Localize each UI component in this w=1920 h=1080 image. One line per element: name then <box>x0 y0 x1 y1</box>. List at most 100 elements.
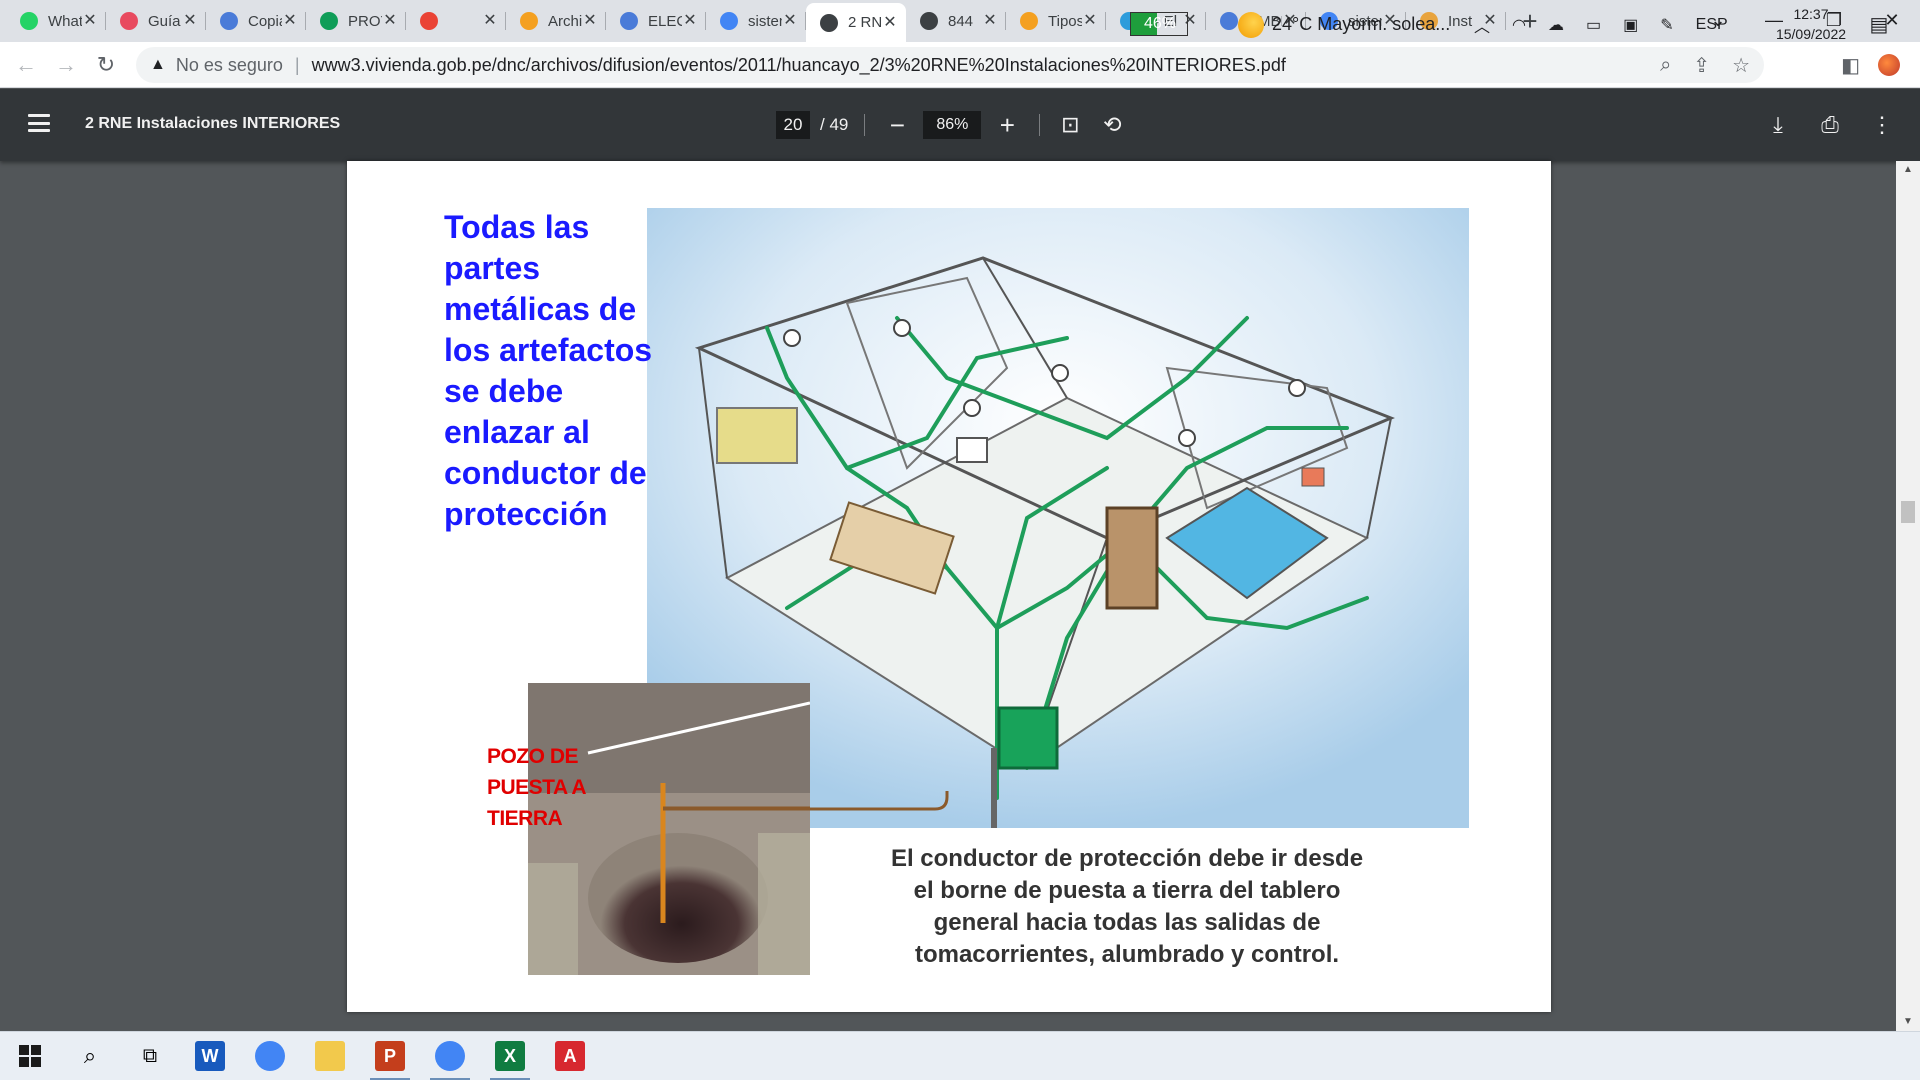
taskbar-app-chrome[interactable] <box>420 1032 480 1080</box>
address-bar[interactable]: ▲ No es seguro | www3.vivienda.gob.pe/dn… <box>136 47 1764 83</box>
tab-close-icon[interactable]: ✕ <box>582 13 598 29</box>
browser-tab[interactable]: Archivo✕ <box>506 3 606 39</box>
tab-close-icon[interactable]: ✕ <box>382 13 398 29</box>
taskbar-app-excel[interactable]: X <box>480 1032 540 1080</box>
taskbar-app-file-explorer[interactable] <box>300 1032 360 1080</box>
page-number-input[interactable]: 20 <box>776 111 810 139</box>
scroll-down-arrow[interactable]: ▼ <box>1896 1013 1920 1031</box>
pen-icon[interactable]: ✎ <box>1660 15 1673 35</box>
page-total: / 49 <box>820 115 849 134</box>
zoom-input[interactable]: 86% <box>923 111 982 139</box>
battery-indicator[interactable]: 46% <box>1130 12 1188 36</box>
reload-button[interactable]: ↻ <box>86 45 126 85</box>
rotate-icon[interactable]: ⟲ <box>1098 111 1126 139</box>
guide-icon <box>120 12 138 30</box>
browser-tab[interactable]: WhatsApp✕ <box>6 3 106 39</box>
word-icon: W <box>195 1041 225 1071</box>
browser-tab[interactable]: Guía ✕ <box>106 3 206 39</box>
weather-widget[interactable]: 24°C Mayorm. solea... <box>1238 0 1450 49</box>
tab-title: Tipos <box>1048 12 1082 30</box>
pdf-page: Todas las partes metálicas de los artefacto… <box>347 161 1551 1012</box>
tab-close-icon[interactable]: ✕ <box>82 13 98 29</box>
page-controls: 20 / 49 − 86% + ⊡ ⟲ <box>776 111 1126 139</box>
caption-line: el borne de puesta a tierra del tablero <box>913 877 1341 904</box>
tab-close-icon[interactable]: ✕ <box>882 14 898 31</box>
cloud-icon[interactable]: ☁ <box>1548 15 1564 35</box>
clock-time: 12:37 <box>1793 6 1829 22</box>
browser-tab[interactable]: Copia✕ <box>206 3 306 39</box>
pdf-toolbar-right: ⤓ ⎙ ⋮ <box>1764 111 1896 139</box>
language-indicator[interactable]: ESP <box>1696 16 1728 34</box>
download-icon[interactable]: ⤓ <box>1764 111 1792 139</box>
pitlabel-line: PUESTA A <box>487 776 587 799</box>
scrollbar[interactable]: ▲ ▼ <box>1896 161 1920 1031</box>
url-text[interactable]: www3.vivienda.gob.pe/dnc/archivos/difusi… <box>312 55 1286 76</box>
tab-close-icon[interactable]: ✕ <box>182 13 198 29</box>
warning-icon[interactable]: ▲ <box>150 56 166 74</box>
battery-icon[interactable]: ▭ <box>1586 15 1601 35</box>
toolbar-divider <box>1039 114 1041 136</box>
menu-icon[interactable] <box>28 114 50 132</box>
tab-title: Copia <box>248 12 282 30</box>
profile-avatar[interactable] <box>1878 54 1900 76</box>
task-view-icon: ⧉ <box>142 1044 158 1067</box>
wifi-icon[interactable]: ◠ <box>1512 15 1526 35</box>
tab-close-icon[interactable]: ✕ <box>682 13 698 29</box>
search-button[interactable]: ⌕ <box>60 1032 120 1080</box>
browser-tab[interactable]: sistema✕ <box>706 3 806 39</box>
security-label[interactable]: No es seguro <box>176 55 283 76</box>
heading-line: se debe <box>444 373 564 409</box>
bookmark-star-icon[interactable]: ☆ <box>1732 53 1750 78</box>
browser-tab[interactable]: Tipos ✕ <box>1006 3 1106 39</box>
tab-close-icon[interactable]: ✕ <box>982 13 998 29</box>
tab-close-icon[interactable]: ✕ <box>482 13 498 29</box>
scroll-thumb[interactable] <box>1901 501 1915 523</box>
back-button[interactable]: ← <box>6 45 46 85</box>
notification-icon[interactable]: ▤ <box>1866 12 1892 36</box>
tab-title: ELECTRICIDAD <box>648 12 682 30</box>
google-icon <box>720 12 738 30</box>
print-icon[interactable]: ⎙ <box>1816 111 1844 139</box>
clock[interactable]: 12:37 15/09/2022 <box>1766 4 1856 44</box>
zoom-out-button[interactable]: − <box>881 111 913 139</box>
taskbar-app-powerpoint[interactable]: P <box>360 1032 420 1080</box>
tab-title: sistema <box>748 12 782 30</box>
fit-page-icon[interactable]: ⊡ <box>1056 111 1084 139</box>
ground-wire <box>663 791 949 811</box>
taskbar-app-acrobat[interactable]: A <box>540 1032 600 1080</box>
chrome-icon <box>435 1041 465 1071</box>
forward-button[interactable]: → <box>46 45 86 85</box>
browser-tab[interactable]: PROYECTO✕ <box>306 3 406 39</box>
browser-tab[interactable]: 844 ✕ <box>906 3 1006 39</box>
heading-line: metálicas de <box>444 291 637 327</box>
copy-icon <box>220 12 238 30</box>
side-panel-icon[interactable]: ◧ <box>1841 53 1860 78</box>
globe-icon <box>920 12 938 30</box>
tab-close-icon[interactable]: ✕ <box>282 13 298 29</box>
scroll-up-arrow[interactable]: ▲ <box>1896 161 1920 179</box>
browser-tab[interactable]: 2 RNE✕ <box>806 3 906 42</box>
tab-title: PROYECTO <box>348 12 382 30</box>
zoom-in-button[interactable]: + <box>991 111 1023 139</box>
heading-line: partes <box>444 250 541 286</box>
start-button[interactable] <box>0 1032 60 1080</box>
tab-close-icon[interactable]: ✕ <box>1082 13 1098 29</box>
share-icon[interactable]: ⇪ <box>1693 53 1710 78</box>
taskbar-app-chrome[interactable] <box>240 1032 300 1080</box>
taskbar-app-word[interactable]: W <box>180 1032 240 1080</box>
browser-tab[interactable]: ✕ <box>406 3 506 39</box>
task-view-button[interactable]: ⧉ <box>120 1032 180 1080</box>
more-options-icon[interactable]: ⋮ <box>1868 111 1896 139</box>
main-heading: Todas las partes metálicas de los artefacto… <box>444 207 684 535</box>
heading-line: conductor de <box>444 455 647 491</box>
url-separator: | <box>294 54 300 75</box>
device-icon[interactable]: ▣ <box>1623 15 1638 35</box>
tab-close-icon[interactable]: ✕ <box>782 13 798 29</box>
windows-taskbar: ⌕ ⧉ W P XA <box>0 1031 1920 1080</box>
sun-icon <box>1238 11 1264 38</box>
browser-tab[interactable]: ELECTRICIDAD✕ <box>606 3 706 39</box>
caption-line: El conductor de protección debe ir desde <box>890 845 1364 872</box>
chevron-up-icon[interactable]: ︿ <box>1474 13 1490 37</box>
toolbar-right: ◧ <box>1841 42 1920 88</box>
zoom-icon[interactable]: ⌕ <box>1660 54 1671 77</box>
